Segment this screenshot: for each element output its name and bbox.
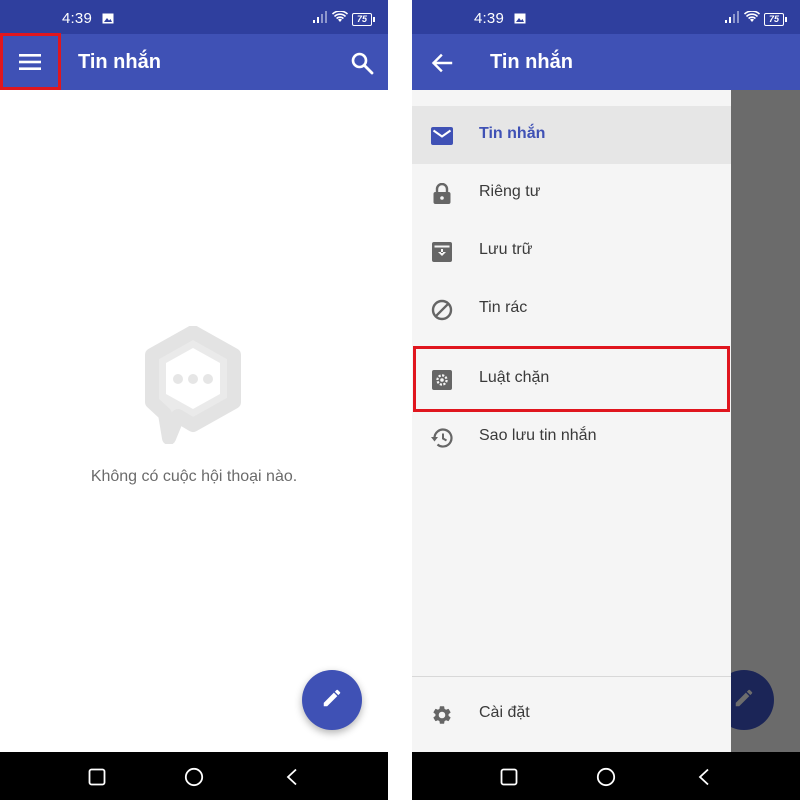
gallery-notification-icon xyxy=(102,11,114,29)
drawer-item-spam[interactable]: Tin rác xyxy=(412,280,731,338)
drawer-item-label: Lưu trữ xyxy=(479,241,533,258)
empty-state-message: Không có cuộc hội thoại nào. xyxy=(90,468,298,485)
drawer-item-label: Sao lưu tin nhắn xyxy=(479,427,597,444)
chat-bubble-dots-icon xyxy=(138,325,248,449)
status-time: 4:39 xyxy=(62,10,92,27)
compose-button[interactable] xyxy=(302,670,362,730)
home-icon[interactable] xyxy=(595,766,617,788)
home-icon[interactable] xyxy=(183,766,205,788)
signal-icon xyxy=(724,10,740,28)
battery-indicator: 75 xyxy=(352,12,375,26)
system-navigation-bar xyxy=(0,752,388,800)
settings-icon xyxy=(430,703,454,727)
wifi-icon xyxy=(743,10,761,28)
gallery-notification-icon xyxy=(514,11,526,29)
restore-icon xyxy=(430,426,454,450)
wifi-icon xyxy=(331,10,349,28)
drawer-scrim[interactable] xyxy=(731,90,800,752)
drawer-item-backup[interactable]: Sao lưu tin nhắn xyxy=(412,408,731,466)
status-bar: 4:39 75 xyxy=(0,0,388,34)
phone-screen-conversations: 4:39 75 Tin nhắn Không có cuộc hội thoại… xyxy=(0,0,388,800)
status-icons: 75 xyxy=(312,10,375,28)
block-rules-highlight-box xyxy=(413,346,730,412)
mail-icon xyxy=(430,124,454,148)
signal-icon xyxy=(312,10,328,28)
pencil-icon xyxy=(321,687,343,714)
drawer-item-label: Tin rác xyxy=(479,299,528,316)
app-bar: Tin nhắn xyxy=(412,34,800,90)
status-icons: 75 xyxy=(724,10,787,28)
navigation-drawer: Tin nhắn Riêng tư Lưu trữ Tin rác Luật c xyxy=(412,90,731,752)
recent-apps-icon[interactable] xyxy=(86,766,108,788)
page-title: Tin nhắn xyxy=(490,51,573,73)
arrow-back-icon[interactable] xyxy=(428,49,456,77)
menu-highlight-box xyxy=(0,33,61,90)
lock-icon xyxy=(430,182,454,206)
page-title: Tin nhắn xyxy=(78,51,161,73)
drawer-item-label: Tin nhắn xyxy=(479,125,546,142)
drawer-item-label: Riêng tư xyxy=(479,183,541,200)
back-nav-icon[interactable] xyxy=(693,766,715,788)
drawer-item-label: Cài đặt xyxy=(479,704,530,721)
pencil-icon xyxy=(733,687,755,714)
recent-apps-icon[interactable] xyxy=(498,766,520,788)
drawer-item-private[interactable]: Riêng tư xyxy=(412,164,731,222)
block-icon xyxy=(430,298,454,322)
search-icon[interactable] xyxy=(348,49,376,77)
back-nav-icon[interactable] xyxy=(281,766,303,788)
system-navigation-bar xyxy=(412,752,800,800)
battery-indicator: 75 xyxy=(764,12,787,26)
drawer-item-settings[interactable]: Cài đặt xyxy=(412,685,731,743)
drawer-item-archive[interactable]: Lưu trữ xyxy=(412,222,731,280)
phone-screen-drawer: 4:39 75 Tin nhắn Tin nhắn Riêng tư Lưu t… xyxy=(412,0,800,800)
drawer-item-messages[interactable]: Tin nhắn xyxy=(412,106,731,164)
status-bar: 4:39 75 xyxy=(412,0,800,34)
status-time: 4:39 xyxy=(474,10,504,27)
archive-icon xyxy=(430,240,454,264)
drawer-divider xyxy=(412,676,731,677)
